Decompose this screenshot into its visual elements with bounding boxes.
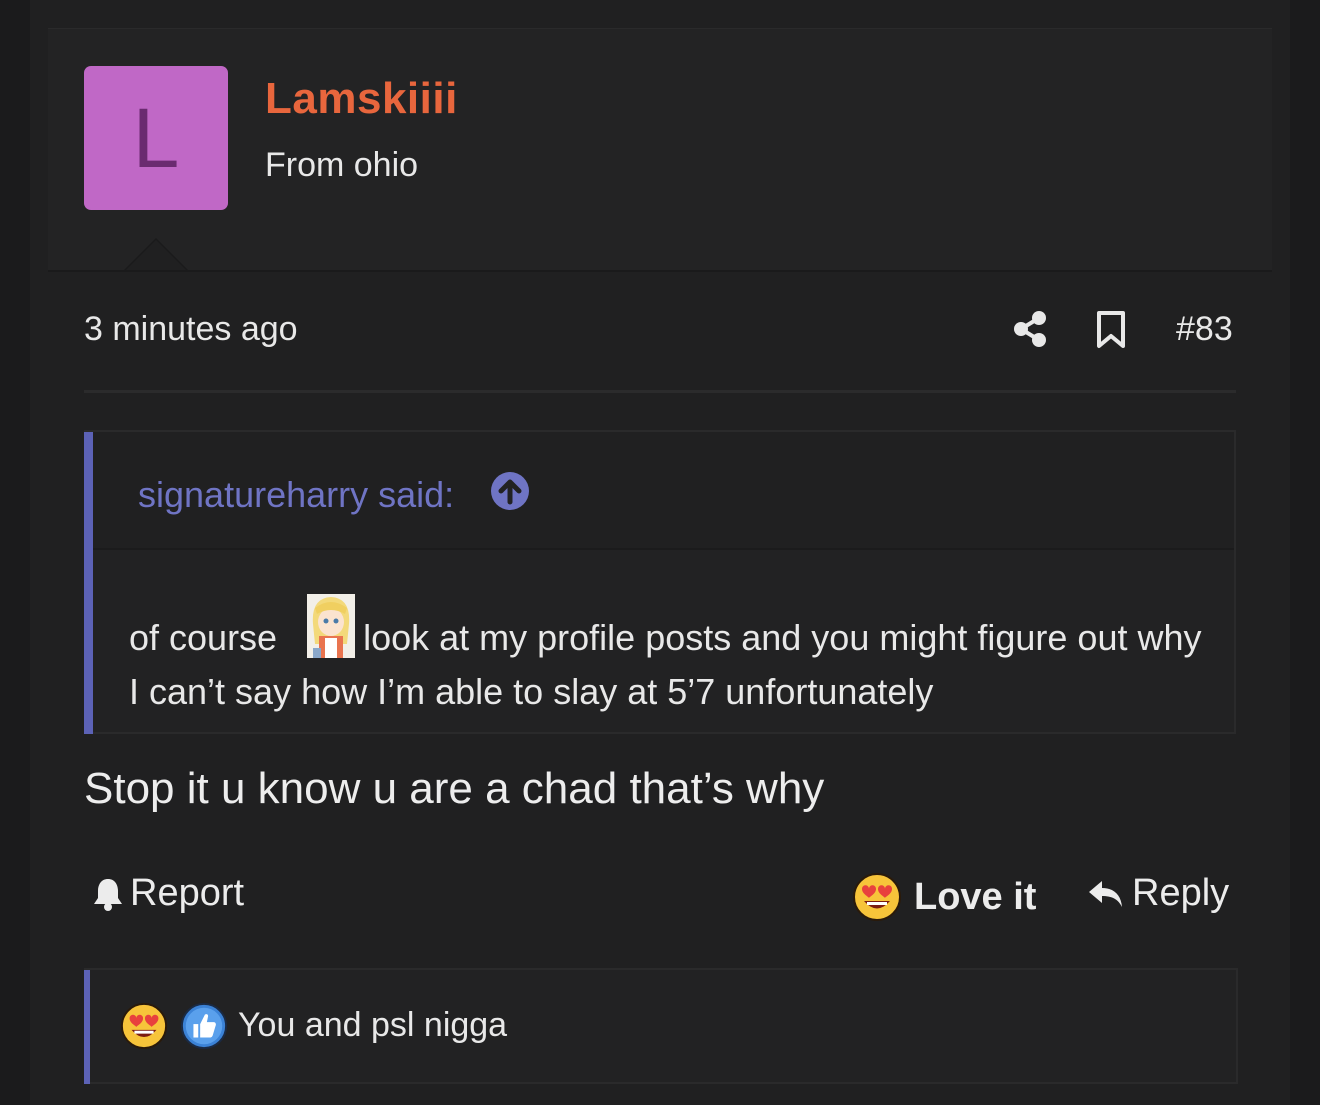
user-header	[48, 28, 1272, 272]
share-icon[interactable]	[1010, 309, 1050, 349]
reactions-accent-bar	[84, 970, 90, 1084]
header-pointer	[124, 238, 188, 270]
quote-author-link[interactable]: signatureharry said:	[138, 474, 454, 516]
report-label: Report	[130, 872, 245, 914]
love-it-button[interactable]: Love it	[852, 872, 1036, 922]
quote-text-rest: look at my profile posts and you might f…	[129, 617, 1202, 712]
avatar[interactable]: L	[84, 66, 228, 210]
anime-sticker-icon	[307, 594, 356, 658]
arrow-up-circle-icon[interactable]	[490, 471, 530, 511]
post-timestamp[interactable]: 3 minutes ago	[84, 310, 298, 349]
bookmark-icon[interactable]	[1094, 310, 1128, 350]
username-link[interactable]: Lamskiiii	[265, 74, 458, 124]
love-it-label: Love it	[914, 875, 1037, 918]
reply-button[interactable]: Reply	[1086, 872, 1229, 915]
report-button[interactable]: Report	[92, 872, 244, 915]
reactions-summary-link[interactable]: You and psl nigga	[238, 1006, 507, 1045]
quote-text-start: of course	[129, 617, 278, 658]
quote-header: signatureharry said:	[93, 432, 1234, 550]
quote-content: of course look at my profile posts and y…	[129, 594, 1209, 719]
user-title: From ohio	[265, 146, 419, 184]
heart-eyes-emoji-icon	[120, 1002, 168, 1050]
divider	[84, 390, 1236, 393]
post-message: Stop it u know u are a chad that’s why	[84, 764, 825, 813]
post-number-link[interactable]: #83	[1176, 310, 1233, 349]
bell-icon	[94, 878, 122, 911]
reply-label: Reply	[1132, 872, 1230, 914]
reply-arrow-icon	[1089, 880, 1122, 907]
quote-accent-bar	[84, 432, 93, 734]
heart-eyes-emoji-icon	[853, 873, 901, 921]
thumbs-up-icon	[180, 1002, 228, 1050]
